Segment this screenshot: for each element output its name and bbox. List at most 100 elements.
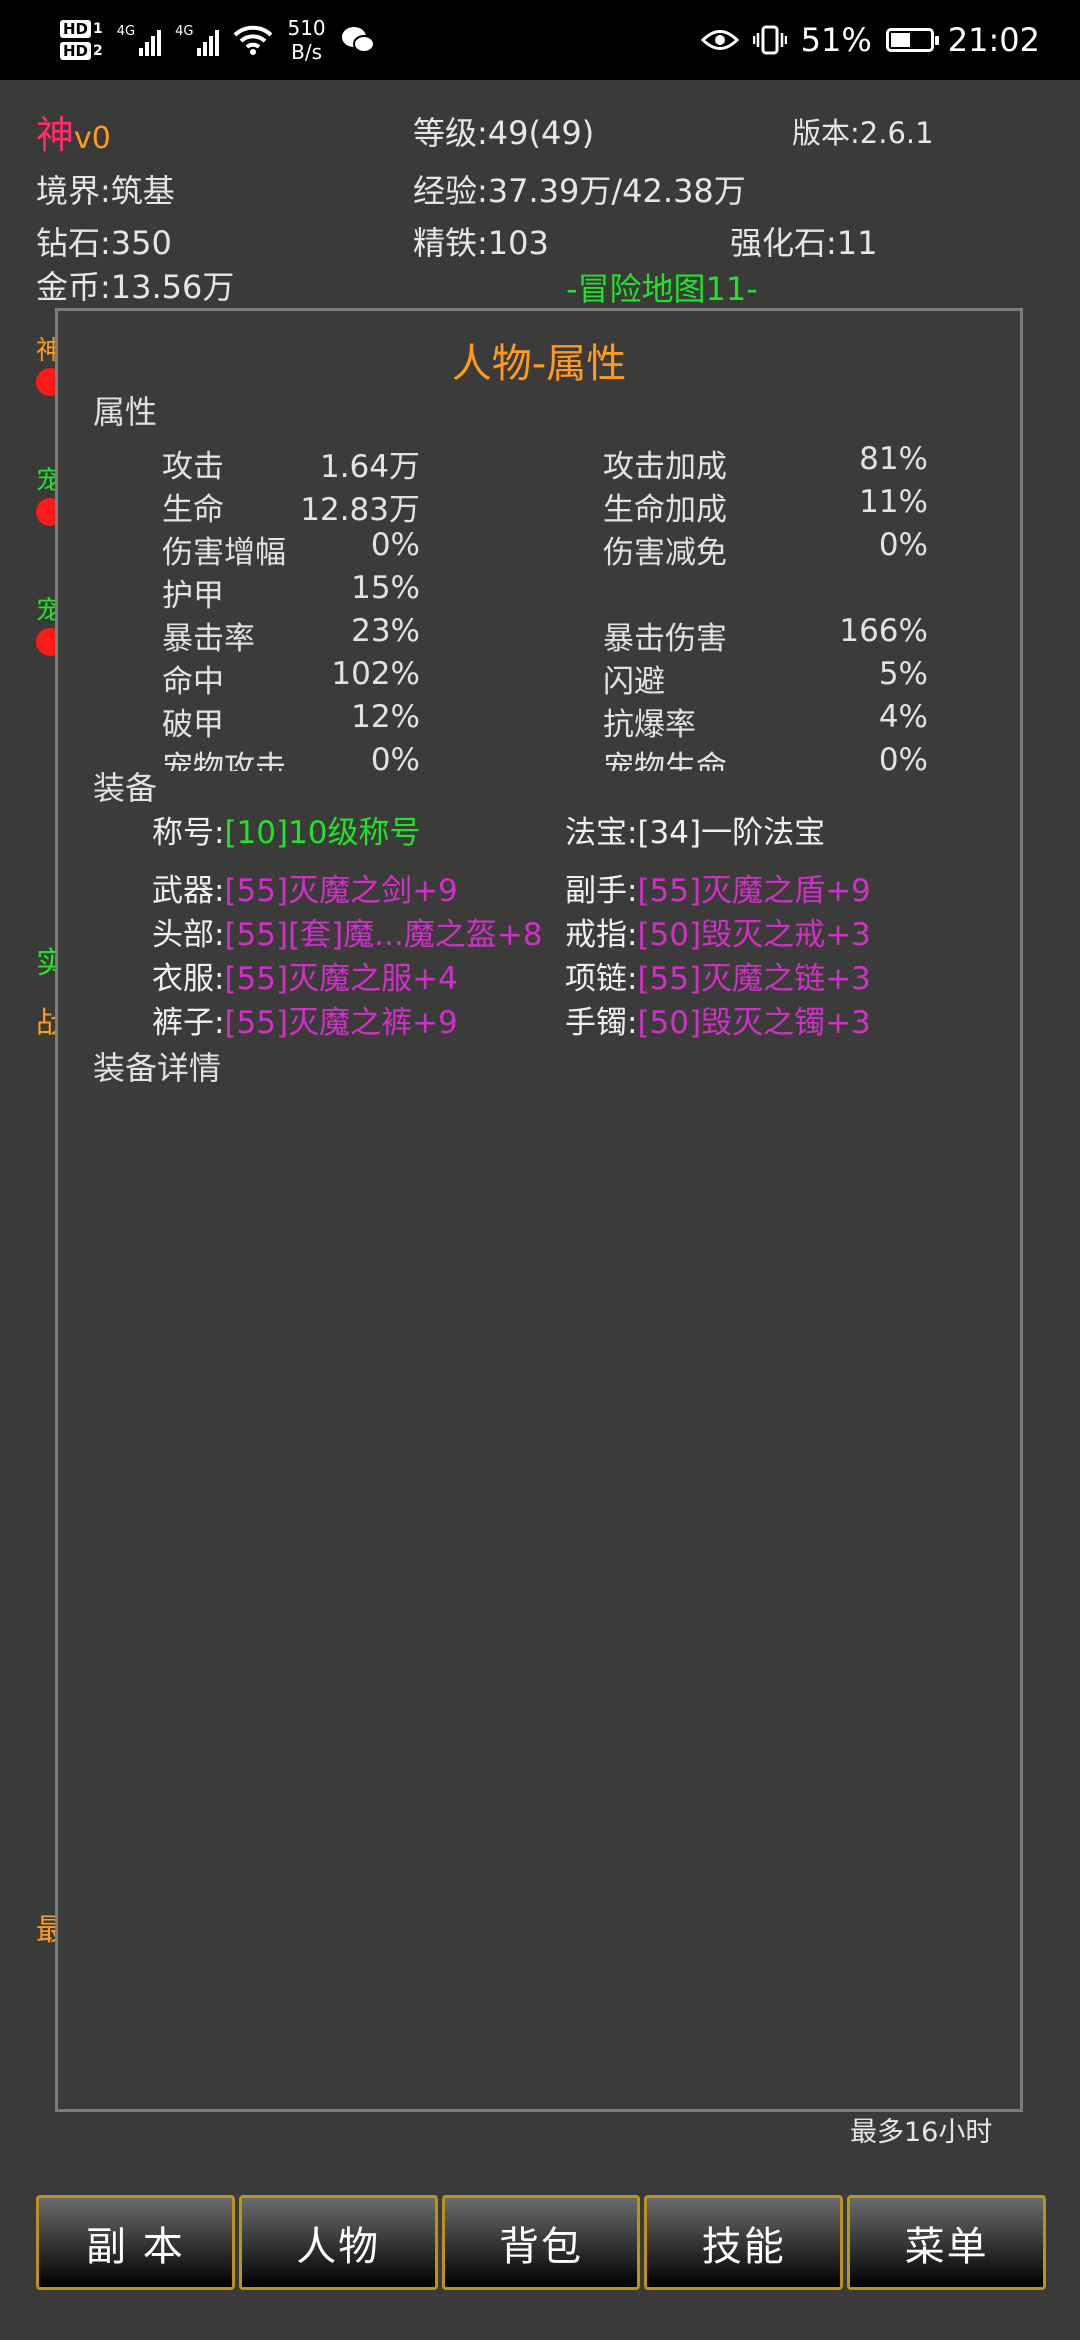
signal-2-icon: 4G — [175, 24, 220, 56]
equipment-detail-link[interactable]: 装备详情 — [93, 1043, 221, 1089]
attribute-value: 1.64万 — [319, 449, 420, 485]
adventure-map-link[interactable]: -冒险地图11- — [566, 264, 758, 310]
attribute-label: 攻击加成 — [603, 449, 727, 485]
status-left: HD 1 HD 2 4G 4G 510 B/s — [60, 10, 376, 70]
equipment-item-name: [55][套]魔...魔之盔+8 — [224, 917, 543, 953]
attribute-label: 伤害增幅 — [162, 535, 286, 571]
attribute-value: 23% — [351, 613, 420, 649]
equipment-item-name: [55]灭魔之链+3 — [637, 961, 871, 997]
attribute-value: 0% — [370, 527, 420, 563]
attribute-row: 破甲 12% 抗爆率 4% — [58, 699, 1020, 743]
equipment-slot-right[interactable]: 副手:[55]灭魔之盾+9 — [565, 865, 871, 910]
character-attributes-dialog[interactable]: 人物-属性 属性 攻击 1.64万 攻击加成 81% 生命 12.83万 生命加成 11% 伤害… — [55, 308, 1023, 2112]
equipment-slot-left[interactable]: 武器:[55]灭魔之剑+9 — [152, 865, 458, 910]
equipment-slot-label: 裤子: — [152, 1005, 225, 1041]
gold-coins: 金币:13.56万 — [36, 268, 235, 306]
attribute-value: 0% — [370, 742, 420, 771]
battery-icon — [885, 28, 939, 52]
equipment-slot-label: 项链: — [565, 961, 638, 997]
equipment-slot-label: 手镯: — [565, 1005, 638, 1041]
equipment-section-label: 装备 — [93, 769, 158, 807]
equipment-slot-left[interactable]: 衣服:[55]灭魔之服+4 — [152, 953, 458, 998]
player-name-block: 神v0 — [36, 104, 111, 159]
signal-1-icon: 4G — [117, 24, 162, 56]
attribute-label: 生命 — [162, 492, 224, 528]
attribute-label: 暴击率 — [162, 621, 255, 657]
attribute-label: 宠物生命 — [603, 750, 727, 771]
equipment-slot-left[interactable]: 头部:[55][套]魔...魔之盔+8 — [152, 909, 543, 954]
net-speed: 510 B/s — [287, 16, 326, 64]
hd1-badge: HD 1 — [60, 20, 103, 38]
attribute-value: 12% — [351, 699, 420, 735]
equipment-slot-label: 头部: — [152, 917, 225, 953]
status-bar: HD 1 HD 2 4G 4G 510 B/s 51% 21:02 — [0, 0, 1080, 80]
attribute-label: 伤害减免 — [603, 535, 727, 571]
clock: 21:02 — [947, 21, 1040, 59]
attributes-scroll-area[interactable]: 攻击 1.64万 攻击加成 81% 生命 12.83万 生命加成 11% 伤害增幅 0% 伤害减免 0… — [58, 441, 1020, 771]
attribute-row: 护甲 15% — [58, 570, 1020, 614]
nav-skill-button[interactable]: 技能 — [644, 2195, 844, 2290]
eye-icon — [700, 30, 739, 50]
wifi-icon — [234, 25, 273, 55]
treasure-slot[interactable]: 法宝:[34]一阶法宝 — [565, 807, 825, 852]
title-value: [10]10级称号 — [224, 815, 421, 851]
attribute-label: 抗爆率 — [603, 707, 696, 743]
status-right: 51% 21:02 — [700, 0, 1040, 80]
attribute-row: 生命 12.83万 生命加成 11% — [58, 484, 1020, 528]
equipment-item-name: [50]毁灭之镯+3 — [637, 1005, 871, 1041]
equipment-item-name: [55]灭魔之裤+9 — [224, 1005, 458, 1041]
equipment-slot-label: 衣服: — [152, 961, 225, 997]
attribute-value: 0% — [878, 742, 928, 771]
refined-iron: 精铁:103 — [413, 224, 549, 262]
equipment-slot-left[interactable]: 裤子:[55]灭魔之裤+9 — [152, 997, 458, 1042]
attribute-row: 宠物攻击 0% 宠物生命 0% — [58, 742, 1020, 771]
equipment-slot-right[interactable]: 项链:[55]灭魔之链+3 — [565, 953, 871, 998]
attribute-value: 4% — [878, 699, 928, 735]
attribute-label: 闪避 — [603, 664, 665, 700]
player-name: 神 — [36, 113, 75, 157]
attribute-value: 81% — [859, 441, 928, 477]
hd-indicators: HD 1 HD 2 — [60, 20, 103, 60]
nav-dungeon-button[interactable]: 副 本 — [36, 2195, 235, 2290]
attribute-row: 命中 102% 闪避 5% — [58, 656, 1020, 700]
treasure-value: [34]一阶法宝 — [637, 815, 826, 851]
attribute-value: 5% — [878, 656, 928, 692]
equipment-item-name: [55]灭魔之盾+9 — [637, 873, 871, 909]
realm: 境界:筑基 — [36, 172, 175, 210]
battery-percent: 51% — [800, 21, 872, 59]
equipment-item-name: [55]灭魔之剑+9 — [224, 873, 458, 909]
attribute-label: 宠物攻击 — [162, 750, 286, 771]
attribute-label: 生命加成 — [603, 492, 727, 528]
attribute-value: 11% — [859, 484, 928, 520]
hd2-badge: HD 2 — [60, 42, 103, 60]
vibrate-icon — [752, 25, 787, 55]
nav-bag-button[interactable]: 背包 — [441, 2195, 641, 2290]
dialog-title: 人物-属性 — [451, 341, 627, 387]
wechat-icon — [341, 27, 375, 53]
equipment-slot-right[interactable]: 手镯:[50]毁灭之镯+3 — [565, 997, 871, 1042]
experience: 经验:37.39万/42.38万 — [413, 172, 746, 210]
attribute-label: 暴击伤害 — [603, 621, 727, 657]
attribute-row: 暴击率 23% 暴击伤害 166% — [58, 613, 1020, 657]
offline-limit-note: 最多16小时 — [850, 2117, 993, 2148]
player-level: 等级:49(49) — [413, 114, 595, 152]
attribute-value: 166% — [839, 613, 928, 649]
attribute-row: 伤害增幅 0% 伤害减免 0% — [58, 527, 1020, 571]
attribute-label: 命中 — [162, 664, 224, 700]
title-slot[interactable]: 称号:[10]10级称号 — [152, 807, 421, 852]
attribute-label: 破甲 — [162, 707, 224, 743]
attribute-value: 102% — [331, 656, 420, 692]
battery-fill — [890, 33, 910, 47]
nav-character-button[interactable]: 人物 — [238, 2195, 438, 2290]
equipment-item-name: [50]毁灭之戒+3 — [637, 917, 871, 953]
attribute-label: 护甲 — [162, 578, 224, 614]
game-version: 版本:2.6.1 — [792, 116, 934, 150]
equipment-item-name: [55]灭魔之服+4 — [224, 961, 458, 997]
attribute-label: 攻击 — [162, 449, 224, 485]
vip-level: v0 — [74, 121, 111, 156]
equipment-slot-right[interactable]: 戒指:[50]毁灭之戒+3 — [565, 909, 871, 954]
equipment-slot-label: 副手: — [565, 873, 638, 909]
attribute-value: 12.83万 — [300, 492, 420, 528]
attribute-value: 15% — [351, 570, 420, 606]
nav-menu-button[interactable]: 菜单 — [847, 2195, 1046, 2290]
